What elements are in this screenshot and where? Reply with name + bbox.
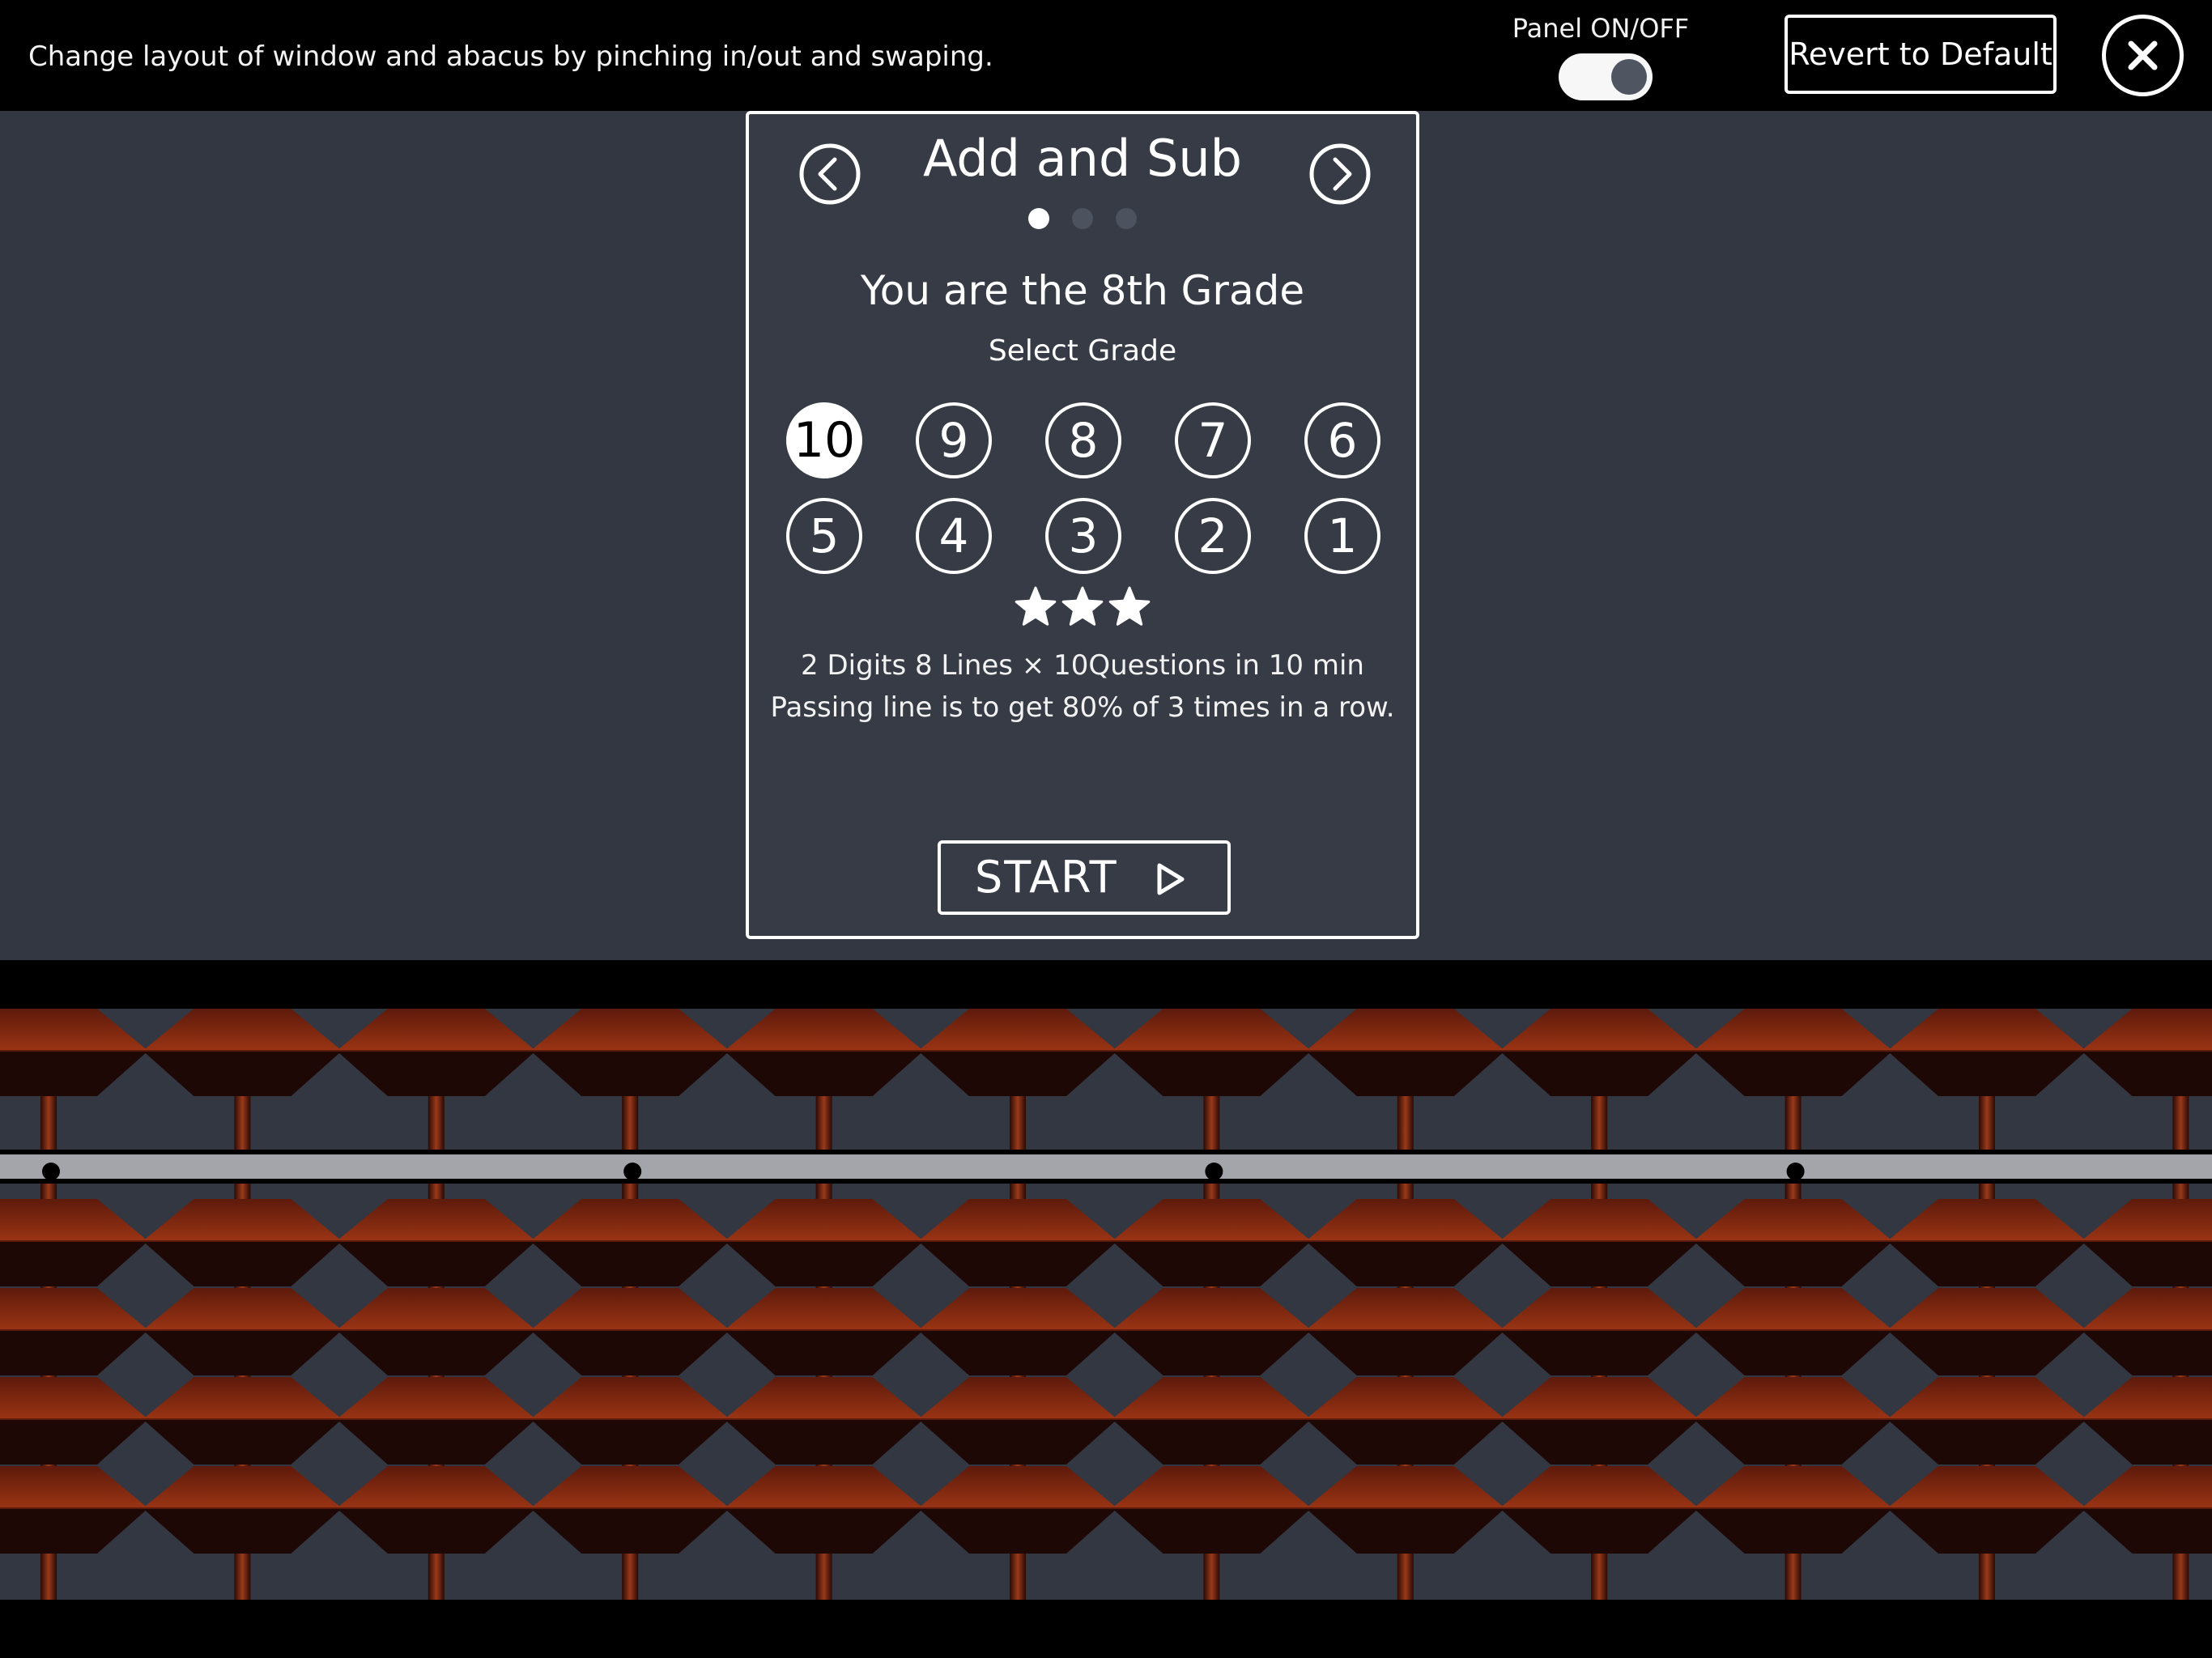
grade-select-card: Add and Sub You are the 8th Grade Select… bbox=[746, 111, 1419, 939]
abacus[interactable] bbox=[0, 960, 2212, 1658]
play-icon bbox=[1157, 863, 1185, 895]
close-icon bbox=[2128, 40, 2158, 70]
page-dot bbox=[1116, 208, 1137, 229]
current-grade-heading: You are the 8th Grade bbox=[860, 267, 1305, 314]
grade-button-7[interactable]: 7 bbox=[1175, 402, 1251, 478]
grade-grid: 10 9 8 7 6 5 4 3 2 1 bbox=[786, 402, 1380, 574]
start-button[interactable]: START bbox=[938, 840, 1231, 915]
abacus-bottom-frame bbox=[0, 1600, 2212, 1658]
page-dot bbox=[1028, 208, 1049, 229]
unit-dot bbox=[1205, 1163, 1223, 1180]
next-page-button[interactable] bbox=[1308, 142, 1372, 206]
page-dot bbox=[1072, 208, 1093, 229]
abacus-background bbox=[0, 960, 2212, 1658]
passing-rule-text: Passing line is to get 80% of 3 times in… bbox=[770, 691, 1395, 724]
grade-button-3[interactable]: 3 bbox=[1045, 498, 1121, 574]
top-bar: Change layout of window and abacus by pi… bbox=[0, 0, 2212, 111]
abacus-beam bbox=[0, 1154, 2212, 1179]
panel-toggle-label: Panel ON/OFF bbox=[1512, 13, 1690, 44]
grade-button-5[interactable]: 5 bbox=[786, 498, 862, 574]
star-icon bbox=[1015, 586, 1057, 626]
star-icon bbox=[1108, 586, 1151, 626]
grade-button-1[interactable]: 1 bbox=[1304, 498, 1380, 574]
abacus-top-frame bbox=[0, 960, 2212, 1009]
page-indicator bbox=[749, 208, 1416, 232]
layout-hint-text: Change layout of window and abacus by pi… bbox=[28, 40, 993, 73]
grade-button-8[interactable]: 8 bbox=[1045, 402, 1121, 478]
unit-dot bbox=[623, 1163, 642, 1180]
toggle-knob bbox=[1611, 59, 1647, 95]
panel-toggle-switch[interactable] bbox=[1559, 53, 1653, 100]
unit-dot bbox=[42, 1163, 60, 1180]
select-grade-label: Select Grade bbox=[988, 334, 1177, 368]
star-icon bbox=[1061, 586, 1104, 626]
start-button-label: START bbox=[975, 852, 1118, 903]
close-button[interactable] bbox=[2102, 15, 2184, 96]
grade-button-6[interactable]: 6 bbox=[1304, 402, 1380, 478]
exercise-description: 2 Digits 8 Lines × 10Questions in 10 min bbox=[801, 649, 1364, 682]
beam-edge-bottom bbox=[0, 1179, 2212, 1184]
revert-to-default-button[interactable]: Revert to Default bbox=[1784, 15, 2057, 94]
grade-button-9[interactable]: 9 bbox=[916, 402, 992, 478]
unit-dot bbox=[1786, 1163, 1805, 1180]
beam-edge-top bbox=[0, 1150, 2212, 1154]
grade-button-4[interactable]: 4 bbox=[916, 498, 992, 574]
difficulty-stars bbox=[749, 585, 1416, 631]
grade-button-10[interactable]: 10 bbox=[786, 402, 862, 478]
grade-button-2[interactable]: 2 bbox=[1175, 498, 1251, 574]
chevron-right-icon bbox=[1309, 143, 1371, 205]
